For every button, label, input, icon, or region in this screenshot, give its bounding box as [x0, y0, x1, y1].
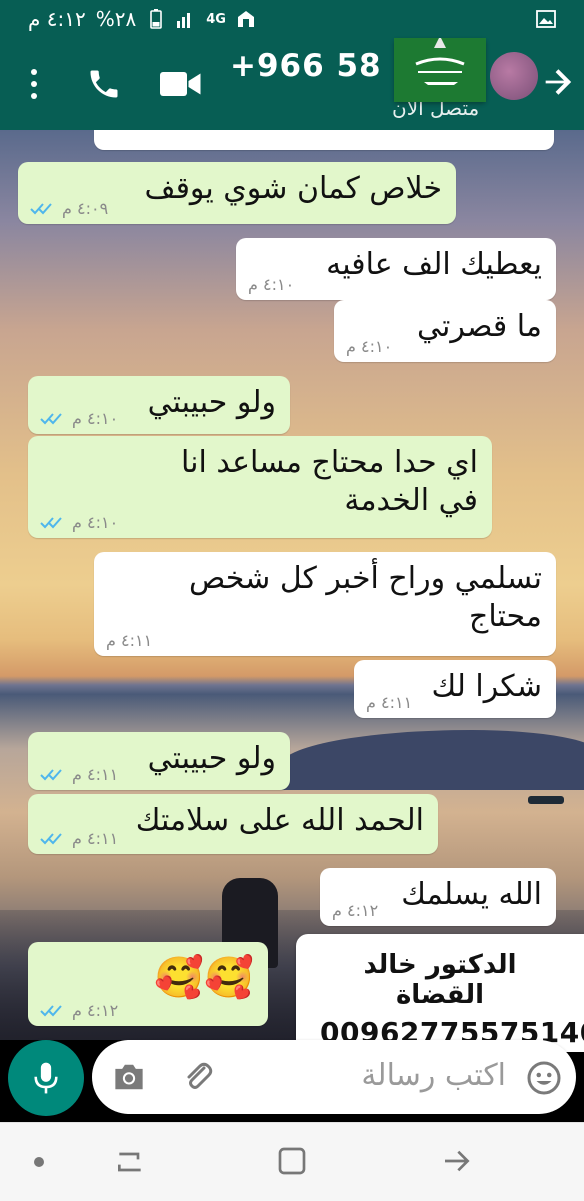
message-bubble[interactable]: 🥰🥰 ٤:١٢ م: [28, 942, 268, 1026]
message-meta: ٤:١٠ م: [40, 409, 118, 428]
contact-overlay-card: الدكتور خالد القضاة 00962775575140: [296, 934, 584, 1052]
call-icon[interactable]: [86, 66, 122, 102]
read-receipt-icon: [40, 516, 62, 528]
back-arrow-icon[interactable]: [540, 64, 574, 100]
message-bubble[interactable]: ولو حبيبتي ٤:١٠ م: [28, 376, 290, 434]
message-time: ٤:١٢ م: [72, 1001, 119, 1020]
message-time: ٤:١٠ م: [346, 337, 393, 356]
attach-icon[interactable]: [180, 1058, 216, 1096]
message-input[interactable]: اكتب رسالة: [361, 1058, 506, 1093]
read-receipt-icon: [30, 202, 52, 214]
message-time: ٤:١١ م: [366, 693, 413, 712]
message-bubble[interactable]: ولو حبيبتي ٤:١١ م: [28, 732, 290, 790]
video-icon[interactable]: [160, 68, 202, 100]
nav-dot-icon[interactable]: [34, 1157, 44, 1167]
message-bubble[interactable]: ما قصرتي ٤:١٠ م: [334, 300, 556, 362]
message-bubble[interactable]: تسلمي وراح أخبر كل شخص محتاج ٤:١١ م: [94, 552, 556, 656]
message-time: ٤:١٠ م: [72, 513, 119, 532]
message-time: ٤:١١ م: [72, 765, 119, 784]
message-time: ٤:١١ م: [106, 631, 153, 650]
chat-background[interactable]: خلاص كمان شوي يوقف ٤:٠٩ م يعطيك الف عافي…: [0, 130, 584, 1040]
message-text: 🥰🥰: [154, 955, 254, 1001]
chat-header: +966 58 379 متصل الآن: [0, 36, 584, 130]
battery-level: %٢٨: [95, 7, 137, 31]
read-receipt-icon: [40, 768, 62, 780]
flag-emblem-icon: [394, 36, 486, 102]
message-bubble-partial[interactable]: [94, 130, 554, 150]
message-meta: ٤:١١ م: [40, 829, 118, 848]
recent-apps-icon[interactable]: [114, 1145, 146, 1179]
emoji-icon[interactable]: [526, 1060, 562, 1096]
status-bar: ٤:١٢ م %٢٨ 4G: [0, 0, 584, 38]
message-bubble[interactable]: اي حدا محتاج مساعد انا في الخدمة ٤:١٠ م: [28, 436, 492, 538]
system-nav-bar: [0, 1122, 584, 1201]
wallpaper-boat: [528, 796, 564, 804]
message-meta: ٤:٠٩ م: [30, 199, 108, 218]
home-icon[interactable]: [276, 1145, 308, 1177]
read-receipt-icon: [40, 412, 62, 424]
read-receipt-icon: [40, 832, 62, 844]
menu-icon[interactable]: [24, 64, 44, 104]
message-bubble[interactable]: شكرا لك ٤:١١ م: [354, 660, 556, 718]
message-time: ٤:١١ م: [72, 829, 119, 848]
gallery-icon: [536, 10, 556, 28]
message-bubble[interactable]: خلاص كمان شوي يوقف ٤:٠٩ م: [18, 162, 456, 224]
network-type: 4G: [206, 11, 226, 27]
message-meta: ٤:١٠ م: [40, 513, 118, 532]
message-meta: ٤:١١ م: [106, 631, 152, 650]
message-meta: ٤:١٢ م: [40, 1001, 118, 1020]
message-time: ٤:١٢ م: [332, 901, 379, 920]
message-bubble[interactable]: يعطيك الف عافيه ٤:١٠ م: [236, 238, 556, 300]
flag-sticker: [394, 36, 486, 102]
message-meta: ٤:١٠ م: [248, 275, 294, 294]
message-text: تسلمي وراح أخبر كل شخص محتاج: [189, 561, 542, 634]
message-time: ٤:٠٩ م: [62, 199, 109, 218]
message-composer[interactable]: اكتب رسالة: [92, 1040, 576, 1114]
status-left: ٤:١٢ م %٢٨ 4G: [28, 7, 256, 31]
clock: ٤:١٢ م: [28, 7, 86, 31]
wallpaper-mountain: [280, 730, 584, 790]
message-bubble[interactable]: الحمد الله على سلامتك ٤:١١ م: [28, 794, 438, 854]
message-time: ٤:١٠ م: [248, 275, 295, 294]
message-meta: ٤:١١ م: [366, 693, 412, 712]
message-time: ٤:١٠ م: [72, 409, 119, 428]
wifi-icon: [237, 11, 254, 27]
message-meta: ٤:١٢ م: [332, 901, 378, 920]
nav-back-icon[interactable]: [440, 1145, 474, 1177]
read-receipt-icon: [40, 1004, 62, 1016]
mic-button[interactable]: [8, 1040, 84, 1116]
mic-icon: [34, 1062, 58, 1094]
camera-icon[interactable]: [112, 1062, 146, 1092]
message-text: اي حدا محتاج مساعد انا في الخدمة: [180, 445, 478, 518]
message-meta: ٤:١٠ م: [346, 337, 392, 356]
battery-icon: [150, 9, 163, 29]
message-bubble[interactable]: الله يسلمك ٤:١٢ م: [320, 868, 556, 926]
overlay-name: الدكتور خالد القضاة: [363, 950, 517, 1010]
avatar[interactable]: [490, 52, 538, 100]
message-meta: ٤:١١ م: [40, 765, 118, 784]
signal-icon: [177, 13, 191, 28]
